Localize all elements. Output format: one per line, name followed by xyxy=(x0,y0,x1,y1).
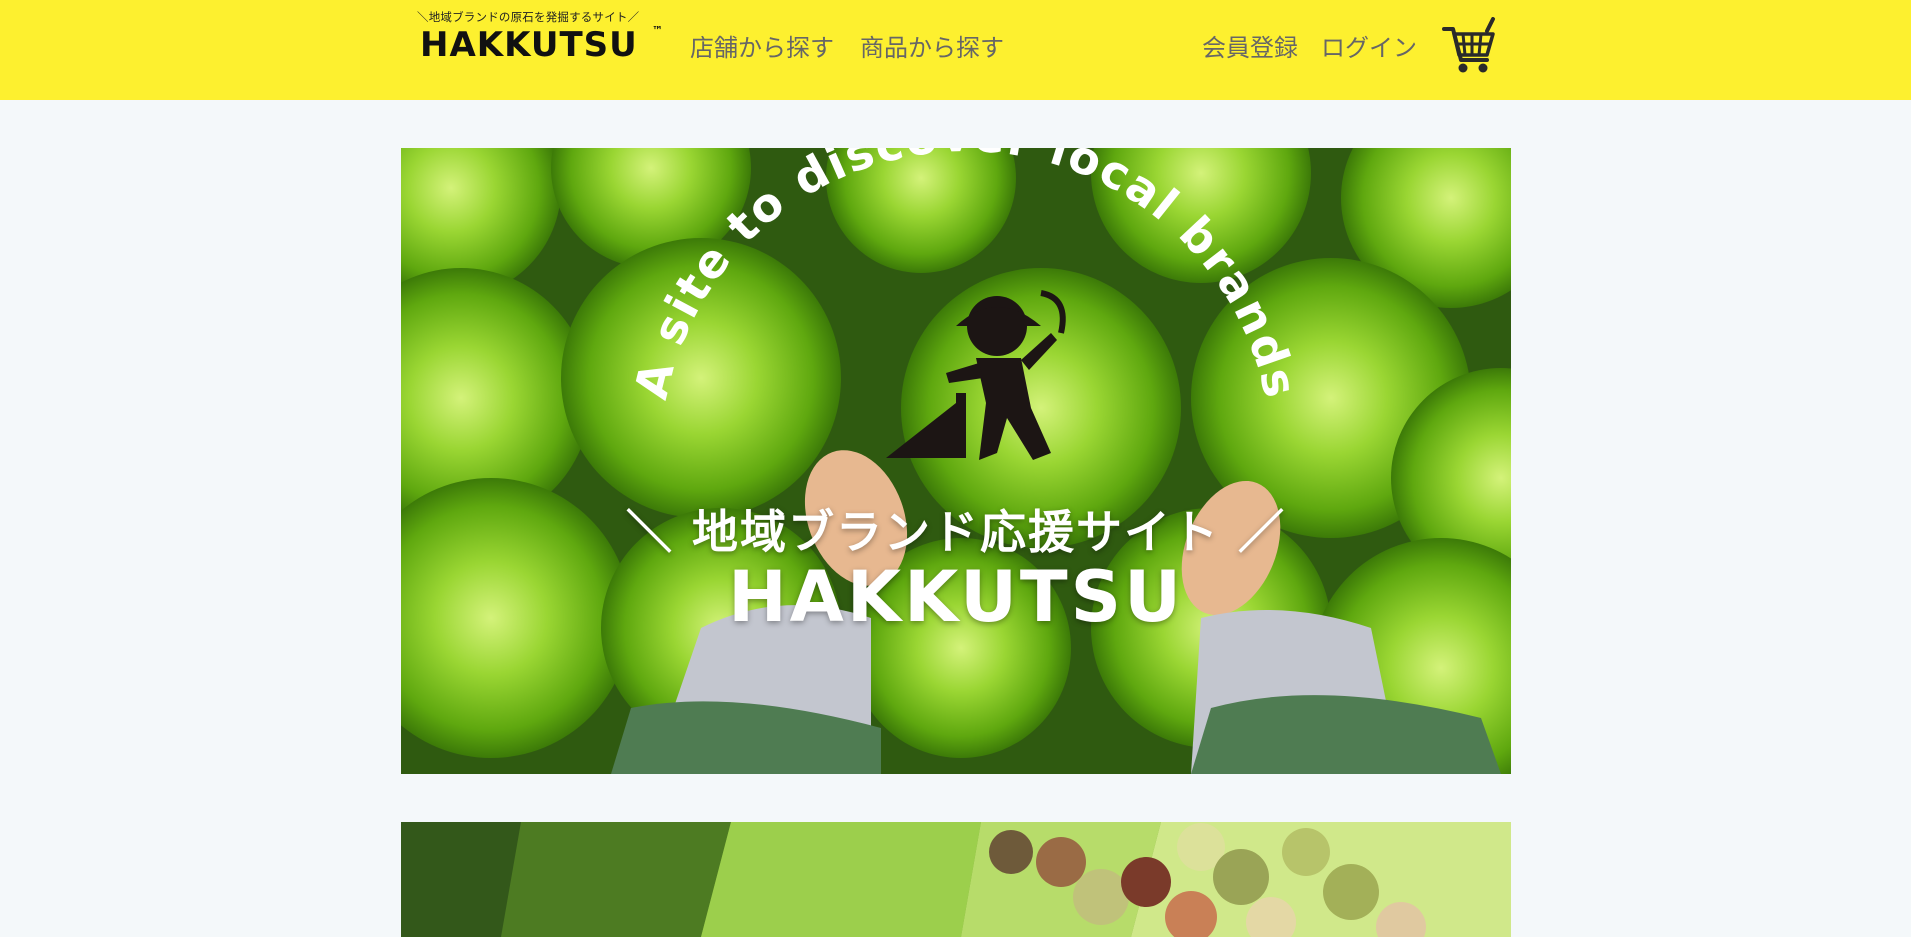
site-header: ＼地域ブランドの原石を発掘するサイト／ HAKKUTSU ™ 店舗から探す 商品… xyxy=(0,0,1911,100)
logo-trademark: ™ xyxy=(652,24,663,37)
logo-text: HAKKUTSU xyxy=(420,25,638,65)
login-link[interactable]: ログイン xyxy=(1321,28,1417,63)
member-register-link[interactable]: 会員登録 xyxy=(1202,28,1298,63)
lettuce-photo: A site to discover local brands xyxy=(401,148,1511,774)
hero-title: HAKKUTSU xyxy=(728,556,1184,638)
hero-banner[interactable]: A site to discover local brands ＼ 地域ブランド… xyxy=(401,148,1511,774)
hero-subtitle: ＼ 地域ブランド応援サイト ／ xyxy=(625,505,1287,559)
logo-tagline: ＼地域ブランドの原石を発掘するサイト／ xyxy=(417,10,640,24)
shopping-cart-icon[interactable] xyxy=(1441,17,1497,75)
grape-photo xyxy=(401,822,1511,937)
nav-search-by-product[interactable]: 商品から探す xyxy=(860,28,1004,63)
nav-search-by-store[interactable]: 店舗から探す xyxy=(690,28,834,63)
secondary-banner[interactable] xyxy=(401,822,1511,937)
site-logo[interactable]: ＼地域ブランドの原石を発掘するサイト／ HAKKUTSU ™ xyxy=(417,8,672,68)
